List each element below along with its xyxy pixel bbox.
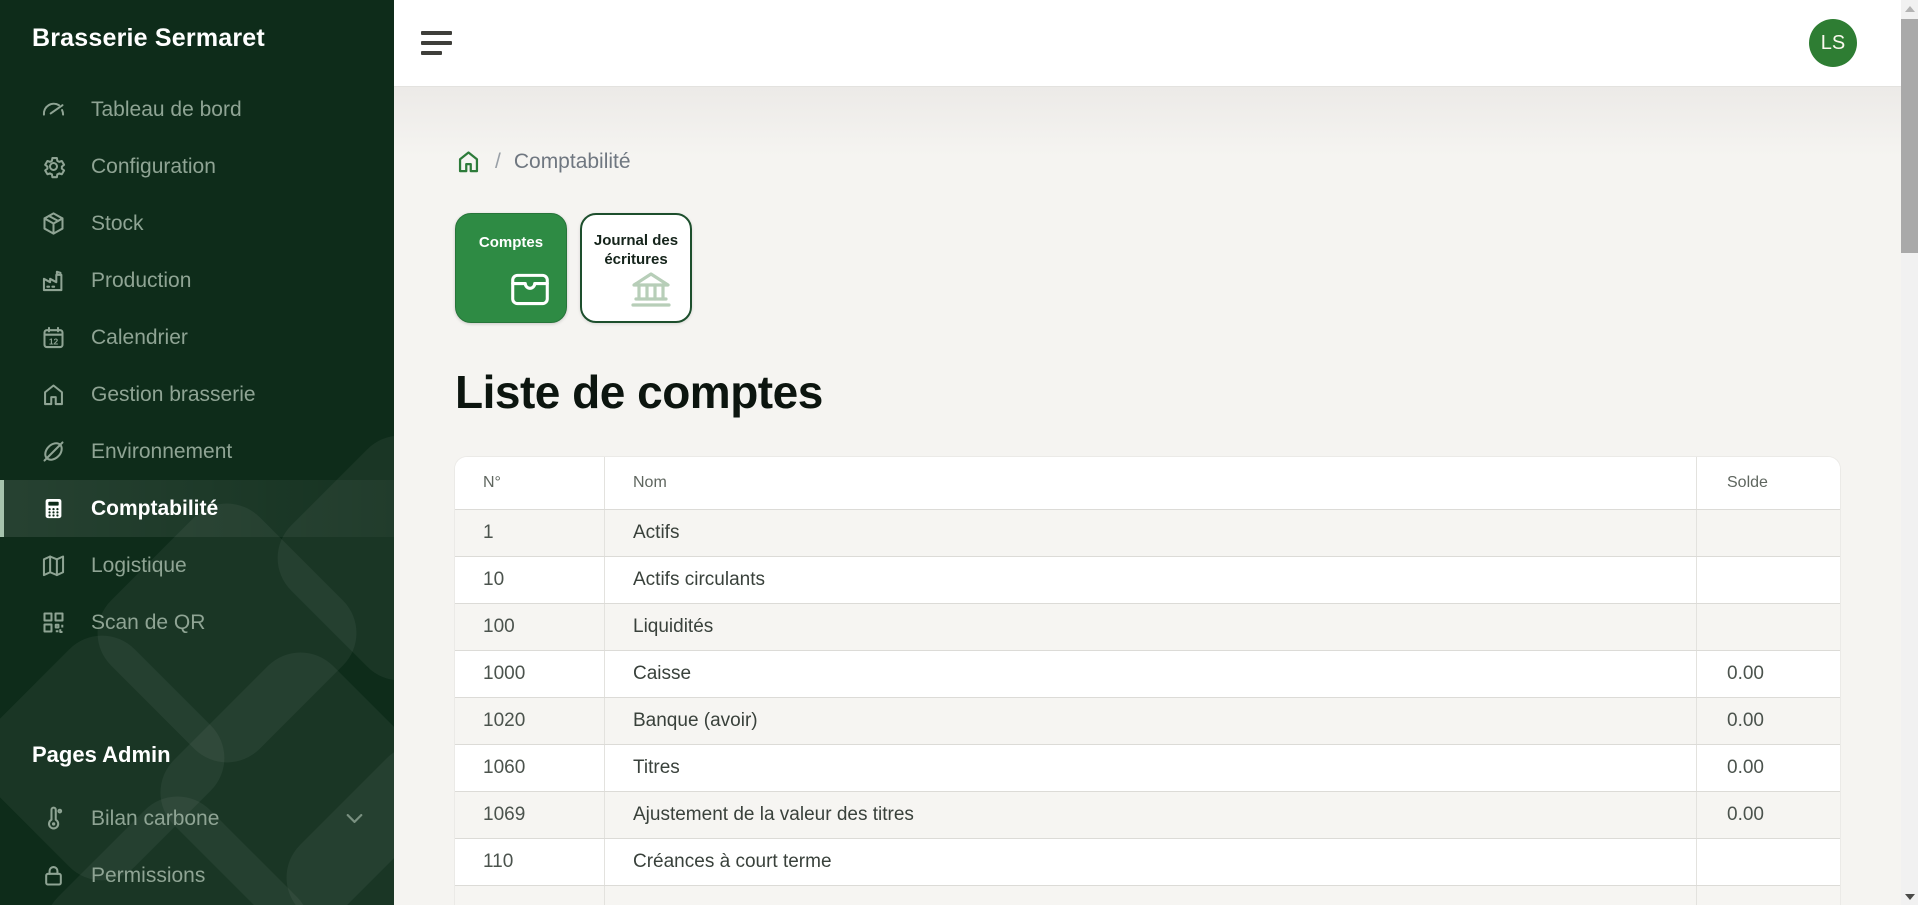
sidebar-item-label: Permissions [91,864,205,888]
breadcrumb-current: Comptabilité [514,150,631,174]
app-root: Brasserie Sermaret Tableau de bord Confi… [0,0,1918,905]
breadcrumb-separator: / [495,150,501,174]
sidebar-item-label: Scan de QR [91,611,205,635]
gear-icon [40,153,67,180]
accounts-table: N° Nom Solde 1 Actifs 10 Actifs circulan… [455,457,1840,905]
calendar-icon: 12 [40,324,67,351]
sidebar-item-label: Calendrier [91,326,188,350]
breadcrumb: / Comptabilité [455,148,1901,175]
sidebar-item-scan-de-qr[interactable]: Scan de QR [0,594,394,651]
sidebar-admin-nav: Bilan carbone Permissions [0,790,394,904]
sidebar-item-permissions[interactable]: Permissions [0,847,394,904]
column-header-solde: Solde [1697,457,1840,509]
table-header-row: N° Nom Solde [455,457,1840,509]
page-content: / Comptabilité Comptes Journal des écrit… [394,86,1901,905]
sidebar-item-production[interactable]: Production [0,252,394,309]
sidebar-item-calendrier[interactable]: 12 Calendrier [0,309,394,366]
table-row[interactable]: 10 Actifs circulants [455,556,1840,603]
factory-icon [40,267,67,294]
sidebar-item-label: Bilan carbone [91,807,219,831]
table-row[interactable]: 110 Créances à court terme [455,838,1840,885]
column-header-no: N° [455,457,605,509]
lock-icon [40,862,67,889]
table-row[interactable]: 1000 Caisse 0.00 [455,650,1840,697]
map-icon [40,552,67,579]
sidebar-item-bilan-carbone[interactable]: Bilan carbone [0,790,394,847]
gauge-icon [40,96,67,123]
scroll-down-arrow-icon[interactable] [1901,888,1918,905]
svg-text:12: 12 [49,336,59,346]
chevron-down-icon[interactable] [341,805,368,832]
sidebar-item-gestion-brasserie[interactable]: Gestion brasserie [0,366,394,423]
top-header: LS [394,0,1901,86]
page-title: Liste de comptes [455,365,1901,419]
home-icon [40,381,67,408]
table-row[interactable]: 100 Liquidités [455,603,1840,650]
scroll-up-arrow-icon[interactable] [1901,0,1918,17]
sidebar: Brasserie Sermaret Tableau de bord Confi… [0,0,394,905]
qr-code-icon [40,609,67,636]
wallet-icon [508,269,552,309]
sidebar-item-label: Production [91,269,191,293]
calculator-icon [40,495,67,522]
sidebar-item-label: Stock [91,212,144,236]
sidebar-item-label: Tableau de bord [91,98,242,122]
leaf-icon [40,438,67,465]
sidebar-item-label: Gestion brasserie [91,383,256,407]
main-area: LS / Comptabilité Comptes [394,0,1901,905]
home-breadcrumb-icon[interactable] [455,148,482,175]
tab-label: Journal des écritures [582,215,690,270]
tab-label: Comptes [456,214,566,253]
sidebar-item-environnement[interactable]: Environnement [0,423,394,480]
table-row-partial[interactable] [455,885,1840,905]
sidebar-item-label: Configuration [91,155,216,179]
pages-admin-heading: Pages Admin [32,742,171,768]
table-row[interactable]: 1069 Ajustement de la valeur des titres … [455,791,1840,838]
app-title: Brasserie Sermaret [0,0,394,53]
sidebar-item-stock[interactable]: Stock [0,195,394,252]
table-row[interactable]: 1020 Banque (avoir) 0.00 [455,697,1840,744]
table-row[interactable]: 1060 Titres 0.00 [455,744,1840,791]
sidebar-item-configuration[interactable]: Configuration [0,138,394,195]
sidebar-item-label: Comptabilité [91,497,218,521]
thermometer-icon [40,805,67,832]
sidebar-nav: Tableau de bord Configuration Stock [0,81,394,651]
package-icon [40,210,67,237]
scrollbar-thumb[interactable] [1901,19,1918,253]
vertical-scrollbar[interactable] [1901,0,1918,905]
sidebar-item-tableau-de-bord[interactable]: Tableau de bord [0,81,394,138]
bank-icon [626,268,676,312]
hamburger-menu-icon[interactable] [421,31,452,55]
sidebar-item-logistique[interactable]: Logistique [0,537,394,594]
table-row[interactable]: 1 Actifs [455,509,1840,556]
sidebar-item-label: Logistique [91,554,187,578]
column-header-nom: Nom [605,457,1697,509]
tab-comptes[interactable]: Comptes [455,213,567,323]
sidebar-item-label: Environnement [91,440,232,464]
section-tabs: Comptes Journal des écritures [455,213,1901,323]
tab-journal-des-ecritures[interactable]: Journal des écritures [580,213,692,323]
avatar[interactable]: LS [1809,19,1857,67]
sidebar-item-comptabilite[interactable]: Comptabilité [0,480,394,537]
